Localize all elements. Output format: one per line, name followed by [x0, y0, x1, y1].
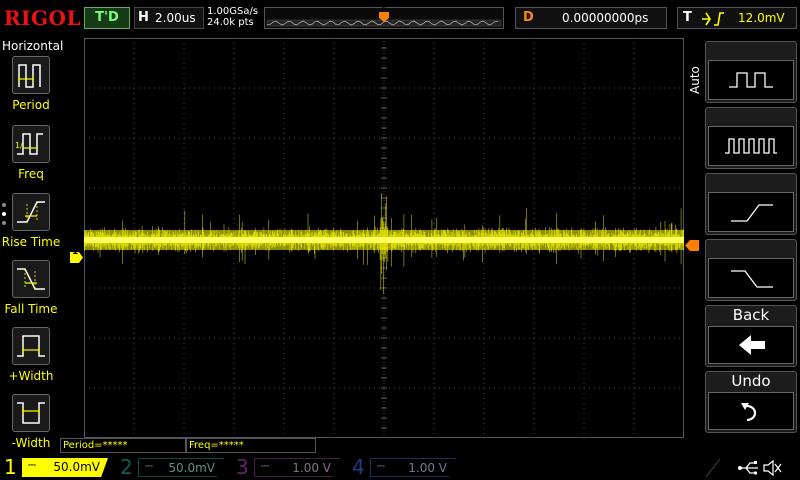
negative-width-measure-button[interactable]: -Width [0, 394, 60, 460]
negative-width-icon [12, 394, 50, 432]
freq-measure-button[interactable]: 1/ Freq [0, 125, 60, 191]
channel2-tab[interactable]: 2 ⎓ 50.0mV [116, 455, 232, 480]
auto-falling-edge-button[interactable] [705, 239, 797, 301]
auto-label: Auto [688, 66, 702, 94]
delay-label: D [523, 10, 534, 25]
sample-rate: 1.00GSa/s [207, 6, 259, 17]
freq-label: Freq [18, 167, 44, 181]
auto-pulse-wide-button[interactable] [705, 41, 797, 103]
auto-pulse-narrow-button[interactable] [705, 107, 797, 169]
horizontal-scale-box[interactable]: H 2.00us [134, 7, 204, 29]
rigol-logo: RIGOL [4, 6, 82, 30]
channel1-tab[interactable]: 1 ⎓ 50.0mV [0, 455, 116, 480]
fall-time-label: Fall Time [4, 302, 58, 316]
channel2-scale-box: ⎓ 50.0mV [138, 458, 224, 477]
rise-time-measure-button[interactable]: Rise Time [0, 193, 60, 259]
back-arrow-icon [708, 326, 794, 364]
measurement-bar: Period=***** Freq=***** [60, 438, 684, 455]
horizontal-label: H [138, 10, 149, 25]
channel1-coupling-icon: ⎓ [28, 460, 36, 471]
trigger-label: T [683, 10, 692, 25]
undo-label: Undo [731, 372, 771, 390]
channel3-number: 3 [236, 455, 249, 479]
channel4-coupling-icon: ⎓ [377, 461, 385, 472]
back-label: Back [732, 306, 770, 324]
waveform-display[interactable] [83, 37, 685, 439]
period-icon [12, 56, 50, 94]
falling-edge-icon [708, 258, 794, 298]
channel2-scale: 50.0mV [168, 461, 215, 475]
period-label: Period [12, 98, 50, 112]
channel1-scale-box: ⎓ 50.0mV [22, 458, 108, 477]
undo-icon [708, 392, 794, 430]
back-button[interactable]: Back [705, 305, 797, 367]
channel2-number: 2 [120, 455, 133, 479]
narrow-pulse-icon [708, 126, 794, 166]
auto-rising-edge-button[interactable] [705, 173, 797, 235]
memory-timeline-bar[interactable]: T [264, 5, 504, 29]
negative-width-label: -Width [11, 436, 51, 450]
channel4-tab[interactable]: 4 ⎓ 1.00 V [348, 455, 464, 480]
fall-time-icon [12, 260, 50, 298]
memory-depth: 24.0k pts [207, 17, 254, 28]
wide-pulse-icon [708, 60, 794, 100]
channel2-coupling-icon: ⎓ [145, 461, 153, 472]
fall-time-measure-button[interactable]: Fall Time [0, 260, 60, 326]
channel4-number: 4 [352, 455, 365, 479]
positive-width-icon [12, 327, 50, 365]
period-measure-button[interactable]: Period [0, 56, 60, 122]
run-status-badge[interactable]: T'D [84, 7, 130, 29]
channel4-scale-box: ⎓ 1.00 V [370, 458, 456, 477]
positive-width-measure-button[interactable]: +Width [0, 327, 60, 393]
waveform-grid [83, 37, 685, 439]
trigger-level-value: 12.0mV [738, 11, 785, 25]
rise-time-icon [12, 193, 50, 231]
period-readout: Period=***** [60, 438, 186, 453]
trigger-edge-icon [700, 9, 726, 33]
usb-icon [738, 461, 758, 475]
undo-button[interactable]: Undo [705, 371, 797, 433]
menu-title: Horizontal [2, 39, 64, 53]
channel3-coupling-icon: ⎓ [261, 461, 269, 472]
rising-edge-icon [708, 192, 794, 232]
positive-width-label: +Width [8, 369, 54, 383]
channel3-tab[interactable]: 3 ⎓ 1.00 V [232, 455, 348, 480]
channel1-number: 1 [4, 455, 17, 479]
channel4-scale: 1.00 V [408, 461, 447, 475]
delay-value: 0.00000000ps [562, 11, 649, 25]
freq-readout: Freq=***** [186, 438, 316, 453]
horizontal-measure-menu: Horizontal Period 1/ Freq Rise Time Fall… [0, 36, 64, 456]
timeline-trigger-marker: T [379, 5, 389, 22]
svg-text:1/: 1/ [15, 141, 23, 150]
channel1-scale: 50.0mV [53, 460, 100, 474]
delay-box[interactable]: D 0.00000000ps [515, 7, 667, 29]
trigger-box[interactable]: T 12.0mV [677, 7, 797, 29]
speaker-muted-icon [763, 459, 782, 477]
system-status-area [700, 457, 796, 478]
channel1-offset-marker[interactable]: 1 [70, 247, 83, 263]
acquisition-info: 1.00GSa/s 24.0k pts [207, 6, 258, 28]
channel3-scale-box: ⎓ 1.00 V [254, 458, 340, 477]
horizontal-scale-value: 2.00us [155, 11, 196, 25]
rise-time-label: Rise Time [1, 235, 61, 249]
channel3-scale: 1.00 V [292, 461, 331, 475]
frequency-icon: 1/ [12, 125, 50, 163]
channel-status-bar: 1 ⎓ 50.0mV 2 ⎓ 50.0mV 3 ⎓ 1.00 V 4 ⎓ 1.0… [0, 455, 800, 480]
